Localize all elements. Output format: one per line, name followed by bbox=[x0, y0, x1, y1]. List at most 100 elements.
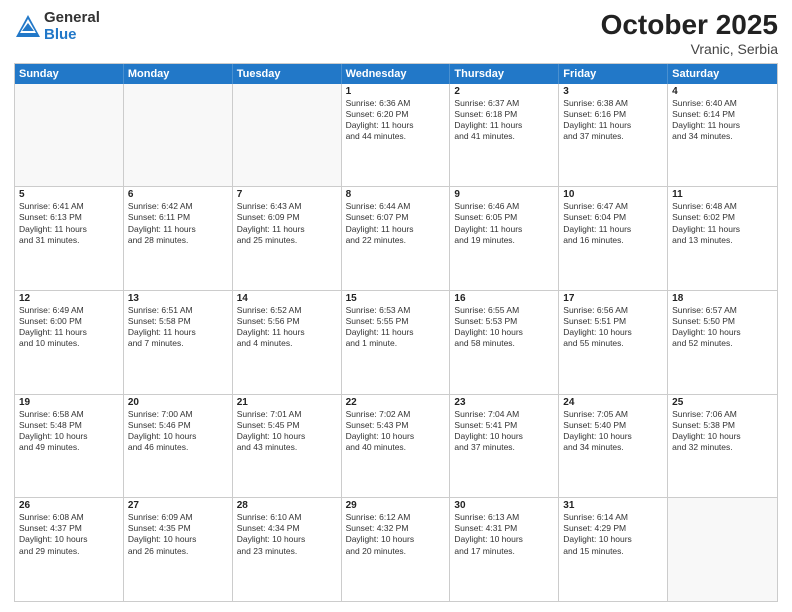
day-number: 19 bbox=[19, 397, 119, 408]
cell-sun-info: Sunrise: 6:55 AM Sunset: 5:53 PM Dayligh… bbox=[454, 305, 554, 349]
logo-general-label: General bbox=[44, 10, 100, 27]
day-number: 13 bbox=[128, 293, 228, 304]
cal-cell-r0c6: 4Sunrise: 6:40 AM Sunset: 6:14 PM Daylig… bbox=[668, 84, 777, 187]
cell-sun-info: Sunrise: 7:01 AM Sunset: 5:45 PM Dayligh… bbox=[237, 409, 337, 453]
cal-cell-r3c6: 25Sunrise: 7:06 AM Sunset: 5:38 PM Dayli… bbox=[668, 395, 777, 498]
day-number: 23 bbox=[454, 397, 554, 408]
cal-cell-r4c3: 29Sunrise: 6:12 AM Sunset: 4:32 PM Dayli… bbox=[342, 498, 451, 601]
cal-cell-r2c1: 13Sunrise: 6:51 AM Sunset: 5:58 PM Dayli… bbox=[124, 291, 233, 394]
cal-cell-r0c0 bbox=[15, 84, 124, 187]
day-number: 6 bbox=[128, 189, 228, 200]
cal-cell-r2c0: 12Sunrise: 6:49 AM Sunset: 6:00 PM Dayli… bbox=[15, 291, 124, 394]
logo-blue-label: Blue bbox=[44, 27, 100, 44]
day-number: 29 bbox=[346, 500, 446, 511]
day-number: 16 bbox=[454, 293, 554, 304]
cell-sun-info: Sunrise: 6:57 AM Sunset: 5:50 PM Dayligh… bbox=[672, 305, 773, 349]
day-number: 1 bbox=[346, 86, 446, 97]
cell-sun-info: Sunrise: 6:58 AM Sunset: 5:48 PM Dayligh… bbox=[19, 409, 119, 453]
cal-cell-r3c5: 24Sunrise: 7:05 AM Sunset: 5:40 PM Dayli… bbox=[559, 395, 668, 498]
location: Vranic, Serbia bbox=[601, 41, 778, 57]
cell-sun-info: Sunrise: 6:12 AM Sunset: 4:32 PM Dayligh… bbox=[346, 512, 446, 556]
day-number: 28 bbox=[237, 500, 337, 511]
day-number: 11 bbox=[672, 189, 773, 200]
calendar: SundayMondayTuesdayWednesdayThursdayFrid… bbox=[14, 63, 778, 602]
cell-sun-info: Sunrise: 6:44 AM Sunset: 6:07 PM Dayligh… bbox=[346, 201, 446, 245]
calendar-header: SundayMondayTuesdayWednesdayThursdayFrid… bbox=[15, 64, 777, 84]
cal-cell-r3c3: 22Sunrise: 7:02 AM Sunset: 5:43 PM Dayli… bbox=[342, 395, 451, 498]
cell-sun-info: Sunrise: 6:49 AM Sunset: 6:00 PM Dayligh… bbox=[19, 305, 119, 349]
weekday-header-saturday: Saturday bbox=[668, 64, 777, 84]
cell-sun-info: Sunrise: 7:02 AM Sunset: 5:43 PM Dayligh… bbox=[346, 409, 446, 453]
cell-sun-info: Sunrise: 7:06 AM Sunset: 5:38 PM Dayligh… bbox=[672, 409, 773, 453]
day-number: 7 bbox=[237, 189, 337, 200]
day-number: 25 bbox=[672, 397, 773, 408]
day-number: 22 bbox=[346, 397, 446, 408]
day-number: 26 bbox=[19, 500, 119, 511]
cal-cell-r0c2 bbox=[233, 84, 342, 187]
cal-cell-r1c1: 6Sunrise: 6:42 AM Sunset: 6:11 PM Daylig… bbox=[124, 187, 233, 290]
title-block: October 2025 Vranic, Serbia bbox=[601, 10, 778, 57]
cell-sun-info: Sunrise: 6:13 AM Sunset: 4:31 PM Dayligh… bbox=[454, 512, 554, 556]
cal-cell-r1c3: 8Sunrise: 6:44 AM Sunset: 6:07 PM Daylig… bbox=[342, 187, 451, 290]
day-number: 27 bbox=[128, 500, 228, 511]
cell-sun-info: Sunrise: 7:00 AM Sunset: 5:46 PM Dayligh… bbox=[128, 409, 228, 453]
day-number: 9 bbox=[454, 189, 554, 200]
cal-cell-r0c5: 3Sunrise: 6:38 AM Sunset: 6:16 PM Daylig… bbox=[559, 84, 668, 187]
day-number: 8 bbox=[346, 189, 446, 200]
calendar-row-1: 1Sunrise: 6:36 AM Sunset: 6:20 PM Daylig… bbox=[15, 84, 777, 188]
cal-cell-r4c2: 28Sunrise: 6:10 AM Sunset: 4:34 PM Dayli… bbox=[233, 498, 342, 601]
cal-cell-r2c3: 15Sunrise: 6:53 AM Sunset: 5:55 PM Dayli… bbox=[342, 291, 451, 394]
cell-sun-info: Sunrise: 7:04 AM Sunset: 5:41 PM Dayligh… bbox=[454, 409, 554, 453]
day-number: 3 bbox=[563, 86, 663, 97]
day-number: 10 bbox=[563, 189, 663, 200]
cal-cell-r2c5: 17Sunrise: 6:56 AM Sunset: 5:51 PM Dayli… bbox=[559, 291, 668, 394]
cell-sun-info: Sunrise: 6:36 AM Sunset: 6:20 PM Dayligh… bbox=[346, 98, 446, 142]
cell-sun-info: Sunrise: 6:40 AM Sunset: 6:14 PM Dayligh… bbox=[672, 98, 773, 142]
day-number: 24 bbox=[563, 397, 663, 408]
cell-sun-info: Sunrise: 6:42 AM Sunset: 6:11 PM Dayligh… bbox=[128, 201, 228, 245]
cal-cell-r3c0: 19Sunrise: 6:58 AM Sunset: 5:48 PM Dayli… bbox=[15, 395, 124, 498]
cell-sun-info: Sunrise: 6:41 AM Sunset: 6:13 PM Dayligh… bbox=[19, 201, 119, 245]
calendar-row-4: 19Sunrise: 6:58 AM Sunset: 5:48 PM Dayli… bbox=[15, 395, 777, 499]
weekday-header-tuesday: Tuesday bbox=[233, 64, 342, 84]
cal-cell-r0c4: 2Sunrise: 6:37 AM Sunset: 6:18 PM Daylig… bbox=[450, 84, 559, 187]
cell-sun-info: Sunrise: 6:09 AM Sunset: 4:35 PM Dayligh… bbox=[128, 512, 228, 556]
cal-cell-r4c5: 31Sunrise: 6:14 AM Sunset: 4:29 PM Dayli… bbox=[559, 498, 668, 601]
cal-cell-r4c0: 26Sunrise: 6:08 AM Sunset: 4:37 PM Dayli… bbox=[15, 498, 124, 601]
cal-cell-r1c4: 9Sunrise: 6:46 AM Sunset: 6:05 PM Daylig… bbox=[450, 187, 559, 290]
cell-sun-info: Sunrise: 6:38 AM Sunset: 6:16 PM Dayligh… bbox=[563, 98, 663, 142]
calendar-row-3: 12Sunrise: 6:49 AM Sunset: 6:00 PM Dayli… bbox=[15, 291, 777, 395]
cell-sun-info: Sunrise: 6:51 AM Sunset: 5:58 PM Dayligh… bbox=[128, 305, 228, 349]
cell-sun-info: Sunrise: 7:05 AM Sunset: 5:40 PM Dayligh… bbox=[563, 409, 663, 453]
calendar-body: 1Sunrise: 6:36 AM Sunset: 6:20 PM Daylig… bbox=[15, 84, 777, 601]
cal-cell-r0c1 bbox=[124, 84, 233, 187]
day-number: 30 bbox=[454, 500, 554, 511]
weekday-header-monday: Monday bbox=[124, 64, 233, 84]
cell-sun-info: Sunrise: 6:52 AM Sunset: 5:56 PM Dayligh… bbox=[237, 305, 337, 349]
logo: General Blue bbox=[14, 10, 100, 43]
cal-cell-r4c4: 30Sunrise: 6:13 AM Sunset: 4:31 PM Dayli… bbox=[450, 498, 559, 601]
calendar-page: General Blue October 2025 Vranic, Serbia… bbox=[0, 0, 792, 612]
month-title: October 2025 bbox=[601, 10, 778, 41]
cell-sun-info: Sunrise: 6:53 AM Sunset: 5:55 PM Dayligh… bbox=[346, 305, 446, 349]
cell-sun-info: Sunrise: 6:14 AM Sunset: 4:29 PM Dayligh… bbox=[563, 512, 663, 556]
cal-cell-r2c4: 16Sunrise: 6:55 AM Sunset: 5:53 PM Dayli… bbox=[450, 291, 559, 394]
weekday-header-friday: Friday bbox=[559, 64, 668, 84]
day-number: 17 bbox=[563, 293, 663, 304]
day-number: 12 bbox=[19, 293, 119, 304]
cell-sun-info: Sunrise: 6:48 AM Sunset: 6:02 PM Dayligh… bbox=[672, 201, 773, 245]
cal-cell-r1c6: 11Sunrise: 6:48 AM Sunset: 6:02 PM Dayli… bbox=[668, 187, 777, 290]
cal-cell-r2c6: 18Sunrise: 6:57 AM Sunset: 5:50 PM Dayli… bbox=[668, 291, 777, 394]
cal-cell-r3c4: 23Sunrise: 7:04 AM Sunset: 5:41 PM Dayli… bbox=[450, 395, 559, 498]
weekday-header-wednesday: Wednesday bbox=[342, 64, 451, 84]
day-number: 31 bbox=[563, 500, 663, 511]
cell-sun-info: Sunrise: 6:10 AM Sunset: 4:34 PM Dayligh… bbox=[237, 512, 337, 556]
day-number: 14 bbox=[237, 293, 337, 304]
cell-sun-info: Sunrise: 6:56 AM Sunset: 5:51 PM Dayligh… bbox=[563, 305, 663, 349]
weekday-header-thursday: Thursday bbox=[450, 64, 559, 84]
cal-cell-r1c5: 10Sunrise: 6:47 AM Sunset: 6:04 PM Dayli… bbox=[559, 187, 668, 290]
cell-sun-info: Sunrise: 6:08 AM Sunset: 4:37 PM Dayligh… bbox=[19, 512, 119, 556]
cal-cell-r4c6 bbox=[668, 498, 777, 601]
calendar-row-2: 5Sunrise: 6:41 AM Sunset: 6:13 PM Daylig… bbox=[15, 187, 777, 291]
cal-cell-r2c2: 14Sunrise: 6:52 AM Sunset: 5:56 PM Dayli… bbox=[233, 291, 342, 394]
